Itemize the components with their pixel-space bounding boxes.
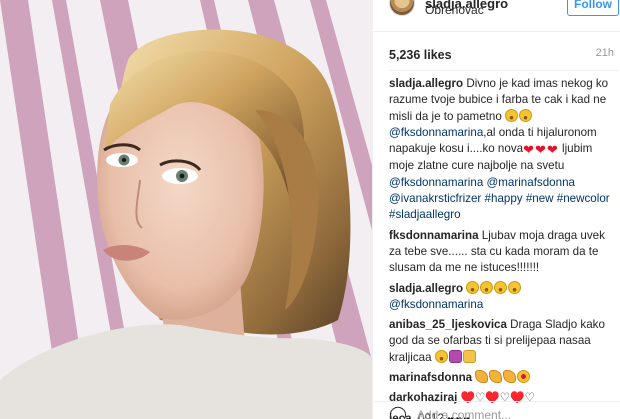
comment-item: sladja.allegro @fksdonnamarina bbox=[389, 280, 619, 314]
hashtag-link[interactable]: #sladjaallegro bbox=[389, 208, 461, 221]
comment-username[interactable]: anibas_25_ljeskovica bbox=[389, 318, 507, 331]
post-stats: 5,236 likes 21h bbox=[389, 46, 620, 64]
post-photo[interactable] bbox=[0, 0, 372, 419]
arm-emoji-icon bbox=[503, 370, 517, 384]
love-emoji-icon bbox=[517, 370, 531, 384]
comment-item: anibas_25_ljeskovica Draga Sladjo kako g… bbox=[389, 317, 619, 366]
comment-item: marinafsdonna bbox=[389, 370, 619, 386]
mention-link[interactable]: @fksdonnamarina bbox=[389, 298, 483, 311]
heart-emoji-icon: ❤ bbox=[546, 142, 558, 158]
speech-bubble-icon[interactable]: ◯ bbox=[389, 407, 407, 419]
laugh-emoji-icon bbox=[505, 108, 518, 122]
selfie-image bbox=[0, 0, 372, 419]
mention-link[interactable]: @marinafsdonna bbox=[487, 176, 575, 189]
add-comment-row: ◯ Add a comment... bbox=[373, 401, 620, 419]
follow-button[interactable]: Follow bbox=[567, 0, 619, 16]
arm-emoji-icon bbox=[489, 370, 503, 384]
likes-count[interactable]: 5,236 likes bbox=[389, 48, 452, 62]
laugh-emoji-icon bbox=[519, 108, 532, 122]
avatar[interactable] bbox=[389, 0, 415, 16]
comment-username[interactable]: sladja.allegro bbox=[389, 77, 463, 90]
laugh-emoji-icon bbox=[480, 280, 494, 294]
post-details-panel: sladja.allegro Obrenovac Follow 5,236 li… bbox=[372, 0, 620, 419]
laugh-emoji-icon bbox=[466, 280, 480, 294]
arm-emoji-icon bbox=[475, 370, 489, 384]
post-header: sladja.allegro Obrenovac Follow bbox=[373, 0, 620, 32]
comment-item: fksdonnamarina Ljubav moja draga uvek za… bbox=[389, 228, 619, 277]
divider bbox=[389, 70, 619, 71]
cat-emoji-icon bbox=[462, 349, 476, 363]
hashtag-link[interactable]: #happy bbox=[485, 192, 523, 205]
mention-link[interactable]: @fksdonnamarina bbox=[389, 176, 483, 189]
mention-link[interactable]: @ivanakrsticfrizer bbox=[389, 192, 481, 205]
heart-emoji-icon: ❤ bbox=[534, 142, 546, 158]
comment-username[interactable]: sladja.allegro bbox=[389, 282, 463, 295]
laugh-emoji-icon bbox=[494, 280, 508, 294]
heart-emoji-icon: ❤ bbox=[523, 142, 534, 158]
comment-item: sladja.allegro Divno je kad imas nekog k… bbox=[389, 76, 619, 224]
post-time[interactable]: 21h bbox=[596, 47, 614, 59]
comment-username[interactable]: marinafsdonna bbox=[389, 371, 472, 384]
comments-list: sladja.allegro Divno je kad imas nekog k… bbox=[389, 76, 619, 419]
purple-emoji-icon bbox=[448, 349, 462, 363]
laugh-emoji-icon bbox=[434, 349, 448, 363]
post-location[interactable]: Obrenovac bbox=[425, 3, 484, 17]
laugh-emoji-icon bbox=[508, 280, 522, 294]
mention-link[interactable]: @fksdonnamarina bbox=[389, 126, 483, 139]
hashtag-link[interactable]: #newcolor bbox=[557, 192, 610, 205]
hashtag-link[interactable]: #new bbox=[526, 192, 554, 205]
comment-username[interactable]: fksdonnamarina bbox=[389, 229, 479, 242]
add-comment-input[interactable]: Add a comment... bbox=[417, 408, 511, 419]
